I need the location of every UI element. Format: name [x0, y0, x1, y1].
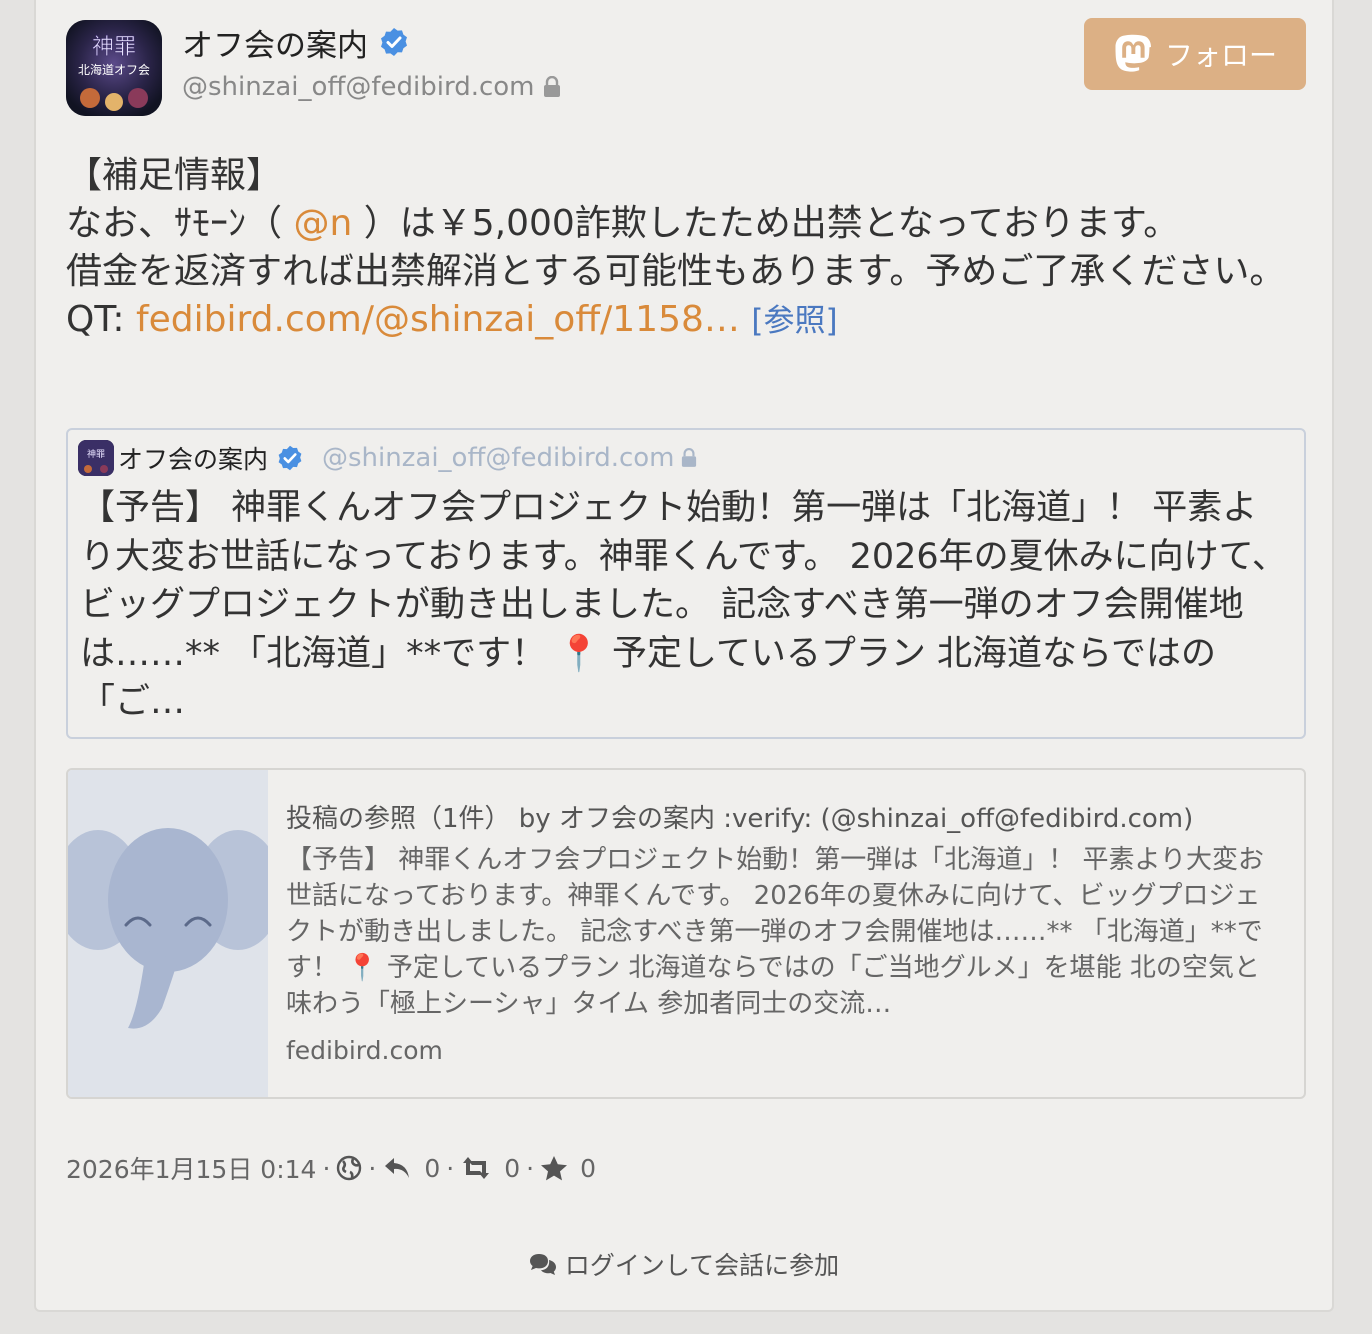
login-label: ログインして会話に参加 [564, 1251, 840, 1280]
favourite-count: 0 [580, 1153, 596, 1183]
boost-count: 0 [504, 1153, 521, 1183]
preview-title: 投稿の参照（1件） by オフ会の案内 :verify: (@shinzai_o… [286, 804, 1194, 834]
follow-label: フォロー [1164, 39, 1277, 72]
quote-url-link[interactable]: fedibird.com/@shinzai_off/1158… [136, 299, 740, 340]
quoted-avatar[interactable]: 神罪 [78, 440, 114, 476]
lock-icon [543, 76, 560, 97]
quoted-status-content: 【予告】 神罪くんオフ会プロジェクト始動！第一弾は「北海道」！ 平素より大変お世… [80, 488, 1287, 722]
status-line-1: なお、ｻﾓｰﾝ（ @n ）は￥5,000詐欺したため出禁となっております。 [66, 203, 1180, 244]
verified-badge-icon [381, 28, 407, 56]
reply-icon[interactable] [382, 1155, 412, 1181]
svg-text:北海道オフ会: 北海道オフ会 [78, 62, 150, 77]
status-content: 【補足情報】 なお、ｻﾓｰﾝ（ @n ）は￥5,000詐欺したため出禁となってお… [66, 152, 1296, 345]
preview-description: 【予告】 神罪くんオフ会プロジェクト始動！第一弾は「北海道」！ 平素より大変お世… [286, 845, 1265, 1019]
elephant-placeholder-icon [68, 828, 282, 1029]
quote-reference-line: QT: fedibird.com/@shinzai_off/1158… [参照] [66, 299, 838, 340]
star-icon[interactable] [540, 1155, 568, 1181]
globe-icon [336, 1155, 362, 1181]
quoted-status-header: 神罪 オフ会の案内 @shinzai_off@fedibird.com [78, 440, 697, 476]
mastodon-icon [1115, 34, 1151, 72]
account-row: @shinzai_off@fedibird.com [182, 72, 561, 102]
status-card: 神罪 北海道オフ会 オフ会の案内 @shinzai_off@fedibird.c… [34, 0, 1334, 1312]
login-to-join-link[interactable]: ログインして会話に参加 [36, 1244, 1332, 1284]
follow-button[interactable]: フォロー [1084, 18, 1306, 90]
link-preview-card[interactable]: 投稿の参照（1件） by オフ会の案内 :verify: (@shinzai_o… [66, 768, 1306, 1099]
quoted-display-name[interactable]: オフ会の案内 [118, 440, 268, 476]
status-meta-bar: 2026年1月15日 0:14 · · 0 · 0 · 0 [66, 1148, 596, 1188]
account-handle[interactable]: @shinzai_off@fedibird.com [182, 72, 535, 102]
status-line-2: 借金を返済すれば出禁解消とする可能性もあります。予めご了承ください。 [66, 251, 1286, 292]
comments-icon [529, 1254, 556, 1275]
avatar[interactable]: 神罪 北海道オフ会 [66, 20, 162, 116]
verified-badge-icon [278, 445, 302, 471]
preview-host: fedibird.com [286, 1036, 443, 1065]
quoted-account-handle[interactable]: @shinzai_off@fedibird.com [322, 443, 675, 473]
boost-icon[interactable] [460, 1155, 492, 1181]
display-name-row: オフ会の案内 [182, 20, 410, 64]
display-name[interactable]: オフ会の案内 [182, 20, 368, 65]
lock-icon [681, 448, 696, 467]
svg-text:神罪: 神罪 [87, 448, 105, 460]
reference-link[interactable]: [参照] [751, 303, 837, 339]
status-heading: 【補足情報】 [66, 155, 283, 196]
reply-count: 0 [424, 1153, 441, 1183]
preview-thumbnail [68, 770, 282, 1097]
mention-link[interactable]: @n [293, 203, 352, 244]
status-timestamp[interactable]: 2026年1月15日 0:14 [66, 1150, 316, 1186]
svg-text:神罪: 神罪 [92, 35, 136, 60]
quoted-status[interactable]: 神罪 オフ会の案内 @shinzai_off@fedibird.com 【予告】… [66, 428, 1306, 739]
